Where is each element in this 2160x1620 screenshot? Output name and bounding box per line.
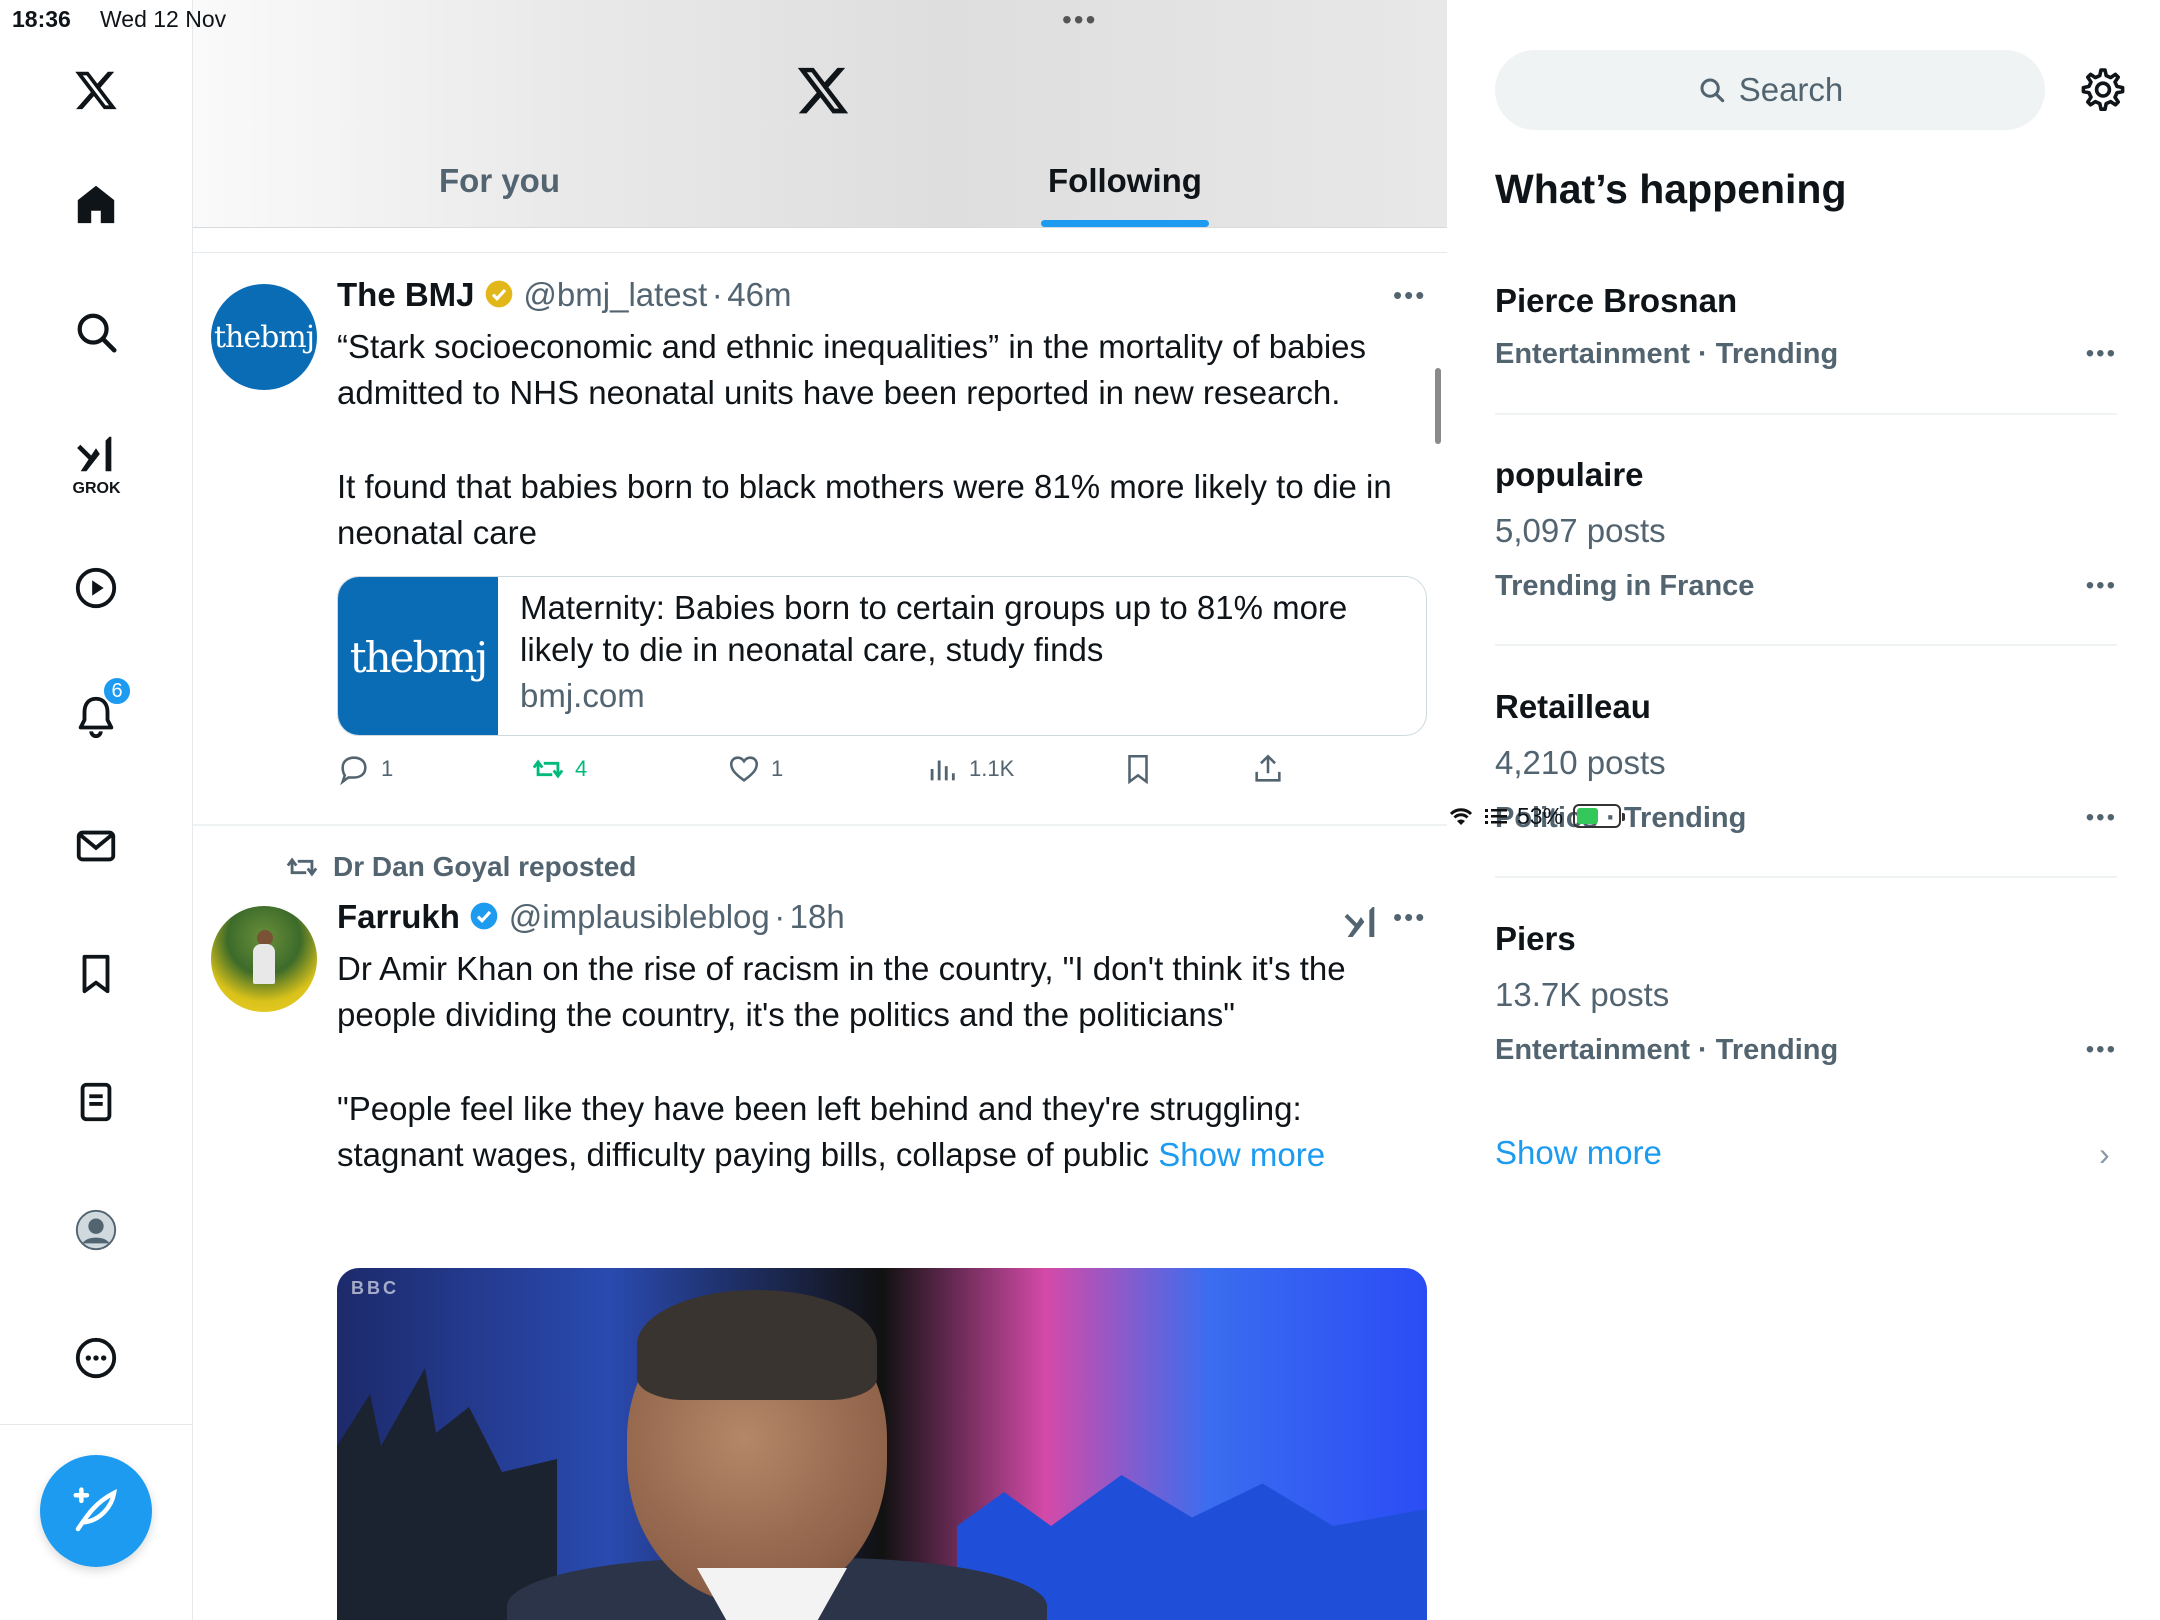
grok-label: GROK [72,480,121,497]
feed-divider [193,252,1447,253]
link-card[interactable]: thebmj Maternity: Babies born to certain… [337,576,1427,736]
more-options-icon[interactable]: ••• [1393,902,1426,933]
multitasking-dots-icon[interactable]: ••• [1062,4,1097,36]
avatar[interactable]: thebmj [211,284,317,390]
link-card-title: Maternity: Babies born to certain groups… [520,589,1348,668]
more-icon[interactable] [66,1328,126,1388]
like-button[interactable]: 1 [727,752,783,786]
meta-separator: · [774,898,786,935]
views-icon [930,760,955,781]
tweet-divider [193,824,1447,826]
tweet-actions: 1 4 1 1.1K [337,752,1427,802]
left-nav: GROK 6 [0,0,193,1620]
battery-icon [1573,804,1626,828]
scrollbar[interactable] [1435,368,1441,444]
author-name[interactable]: Farrukh [337,898,460,935]
repost-button[interactable]: 4 [531,752,587,786]
show-more-link[interactable]: Show more [1158,1136,1325,1173]
avatar[interactable] [211,906,317,1012]
tweet-text: “Stark socioeconomic and ethnic inequali… [337,328,1367,411]
tweet-time[interactable]: 18h [790,898,845,935]
x-logo-icon[interactable] [795,62,851,118]
tab-following[interactable]: Following [1048,162,1202,200]
share-icon [1255,754,1281,782]
meta-separator: · [711,276,723,313]
social-context[interactable]: Dr Dan Goyal reposted [285,850,636,884]
active-tab-indicator [1041,220,1209,227]
bookmark-button[interactable] [1121,752,1155,786]
profile-icon[interactable] [66,1200,126,1260]
video-media[interactable]: BBC [337,1268,1427,1620]
views-button[interactable]: 1.1K [925,752,1014,786]
verified-blue-icon [470,902,498,930]
more-options-icon[interactable]: ••• [1393,280,1426,311]
avatar-logo-text: thebmj [213,319,315,355]
tweet-text: Dr Amir Khan on the rise of racism in th… [337,950,1346,1033]
tab-for-you[interactable]: For you [439,162,560,200]
like-count: 1 [771,756,784,781]
reply-button[interactable]: 1 [337,752,393,786]
status-date: Wed 12 Nov [100,6,227,32]
bookmark-icon [1128,754,1148,785]
repost-icon [286,857,318,877]
status-right: 53% [1447,6,2160,1620]
author-handle[interactable]: @implausibleblog [509,898,770,935]
nav-divider [0,1424,193,1425]
tweet-text: "People feel like they have been left be… [337,1090,1302,1173]
battery-percent: 53% [1517,802,1564,829]
notifications-icon[interactable]: 6 [66,676,132,746]
author-handle[interactable]: @bmj_latest [523,276,707,313]
compose-button[interactable] [40,1455,152,1567]
search-icon[interactable] [66,302,126,362]
notifications-badge: 6 [102,676,132,706]
grok-icon[interactable] [66,424,126,484]
x-logo-icon[interactable] [66,60,126,120]
lists-icon[interactable] [66,1072,126,1132]
heart-icon [729,756,759,782]
link-card-domain: bmj.com [520,677,645,714]
video-icon[interactable] [66,558,126,618]
tweet-text: It found that babies born to black mothe… [337,468,1392,551]
verified-gold-icon [485,280,513,308]
repost-count: 4 [575,756,588,781]
wifi-icon [1449,808,1473,825]
share-button[interactable] [1251,752,1285,786]
link-card-thumbnail: thebmj [338,577,498,735]
reposted-by-label: Dr Dan Goyal reposted [333,851,637,882]
status-bar: 18:36 Wed 12 Nov ••• 53% [0,0,2160,829]
messages-icon[interactable] [66,816,126,876]
reply-icon [340,756,367,786]
grok-icon[interactable] [1341,902,1381,942]
media-watermark: BBC [351,1278,399,1298]
repost-icon [532,759,564,779]
reply-count: 1 [381,756,394,781]
author-name[interactable]: The BMJ [337,276,475,313]
view-count: 1.1K [969,756,1015,781]
thumbnail-logo-text: thebmj [349,632,489,682]
tweet-text-block: "People feel like they have been left be… [337,1086,1427,1178]
list-status-icon [1485,809,1507,824]
status-time: 18:36 [12,6,71,32]
home-icon[interactable] [66,174,126,234]
tweet-time[interactable]: 46m [727,276,791,313]
timeline-feed: thebmj The BMJ @bmj_latest · 46m ••• “St… [193,228,1447,1620]
compose-feather-icon [73,1487,117,1532]
bookmarks-icon[interactable] [66,944,126,1004]
